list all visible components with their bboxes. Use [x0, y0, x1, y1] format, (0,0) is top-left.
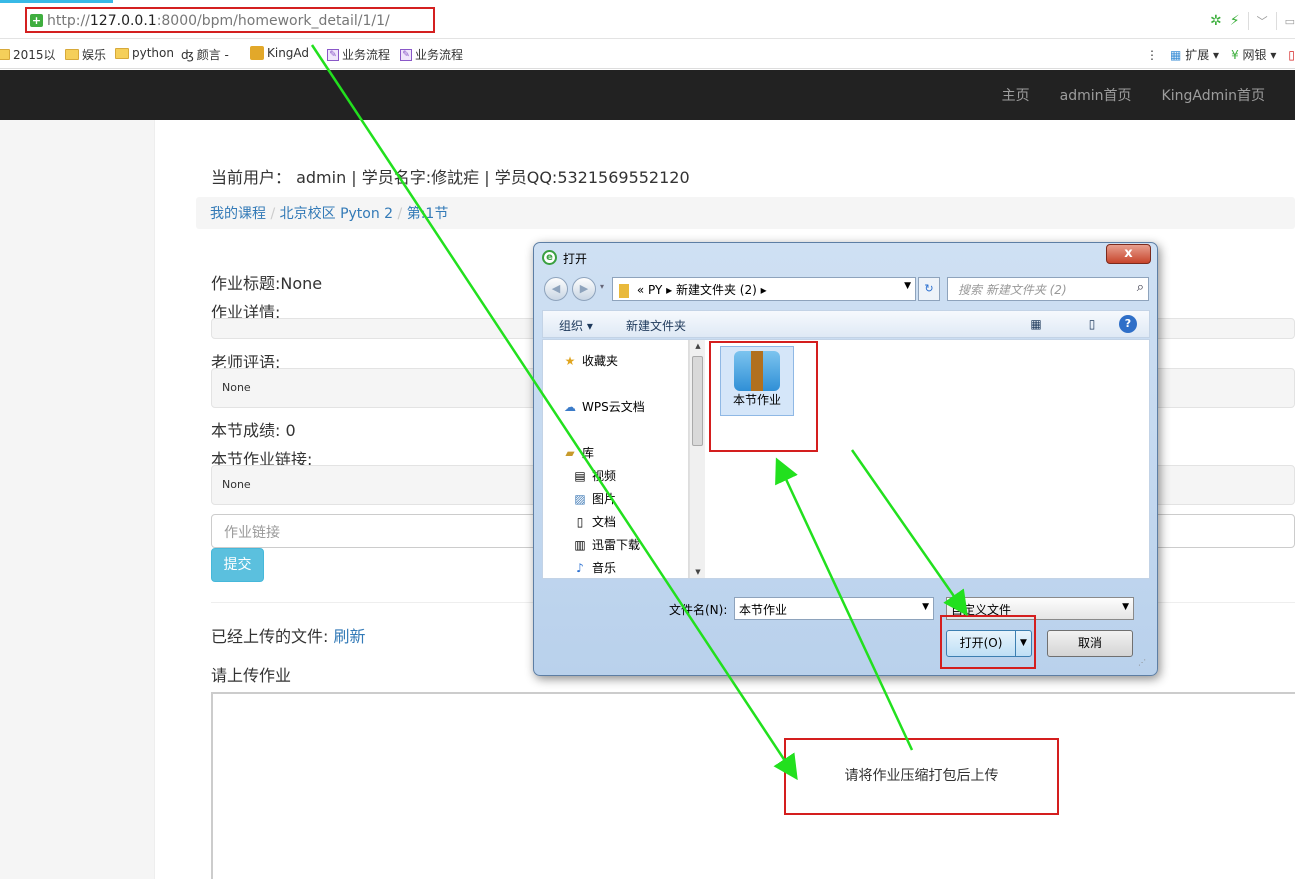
- arrow-url-to-note: [310, 44, 798, 781]
- arrow-to-open-button: [850, 449, 968, 617]
- screen-root: { "browser": { "url_prefix": "http://", …: [0, 0, 1295, 879]
- annotation-arrows: [310, 44, 968, 781]
